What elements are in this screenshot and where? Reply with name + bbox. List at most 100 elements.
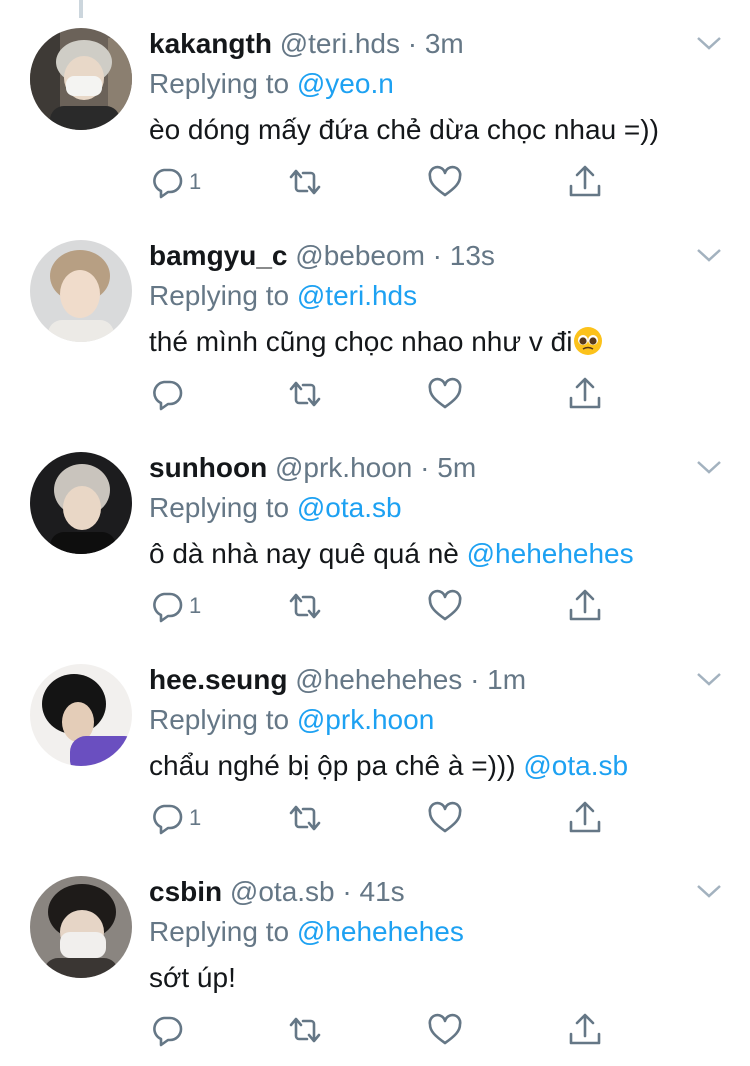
replying-to-mention[interactable]: @ota.sb [297, 492, 402, 523]
separator-dot: · [470, 664, 480, 695]
reply-count: 1 [189, 169, 202, 194]
replying-to-label: Replying to [149, 704, 290, 735]
replying-to-label: Replying to [149, 916, 290, 947]
like-icon [428, 801, 462, 833]
display-name[interactable]: csbin [149, 876, 222, 907]
chevron-down-icon[interactable] [693, 880, 725, 902]
reply-icon [153, 380, 183, 411]
like-icon [428, 377, 462, 409]
reply-button[interactable] [149, 1008, 189, 1052]
like-button[interactable] [427, 1008, 463, 1052]
replying-to: Replying to @teri.hds [149, 276, 417, 316]
tweet-1[interactable]: kakangth @teri.hds · 3m Replying to @yeo… [0, 0, 750, 212]
reply-count: 1 [189, 593, 202, 618]
replying-to: Replying to @ota.sb [149, 488, 402, 528]
display-name[interactable]: bamgyu_c [149, 240, 288, 271]
retweet-button[interactable] [287, 372, 323, 416]
tweet-4[interactable]: hee.seung @hehehehes · 1m Replying to @p… [0, 636, 750, 848]
tweet-header: bamgyu_c @bebeom · 13s [149, 236, 495, 276]
user-handle[interactable]: @hehehehes [295, 664, 462, 695]
avatar[interactable] [30, 452, 132, 554]
share-button[interactable] [567, 796, 603, 840]
retweet-button[interactable] [287, 160, 323, 204]
tweet-body: èo dóng mấy đứa chẻ dừa chọc nhau =)) [149, 114, 659, 145]
reply-icon [153, 1016, 183, 1047]
timestamp[interactable]: 3m [425, 28, 464, 59]
retweet-icon [289, 593, 321, 619]
timestamp[interactable]: 13s [450, 240, 495, 271]
timestamp[interactable]: 5m [437, 452, 476, 483]
like-button[interactable] [427, 796, 463, 840]
tweet-header: csbin @ota.sb · 41s [149, 872, 405, 912]
replying-to: Replying to @hehehehes [149, 912, 464, 952]
chevron-down-icon[interactable] [693, 244, 725, 266]
display-name[interactable]: sunhoon [149, 452, 267, 483]
avatar[interactable] [30, 876, 132, 978]
share-button[interactable] [567, 1008, 603, 1052]
replying-to-label: Replying to [149, 492, 290, 523]
user-handle[interactable]: @prk.hoon [275, 452, 412, 483]
action-bar: 1 [149, 160, 629, 204]
separator-dot: · [407, 28, 418, 59]
pleading-face-emoji [574, 327, 603, 355]
reply-button[interactable]: 1 [149, 584, 201, 628]
separator-dot: · [420, 452, 430, 483]
retweet-button[interactable] [287, 1008, 323, 1052]
share-button[interactable] [567, 584, 603, 628]
tweet-3[interactable]: sunhoon @prk.hoon · 5m Replying to @ota.… [0, 424, 750, 636]
share-button[interactable] [567, 372, 603, 416]
timestamp[interactable]: 41s [360, 876, 405, 907]
like-button[interactable] [427, 372, 463, 416]
separator-dot: · [342, 876, 352, 907]
chevron-down-icon[interactable] [693, 668, 725, 690]
reply-button[interactable] [149, 372, 189, 416]
reply-icon [153, 168, 183, 199]
tweet-body: ô dà nhà nay quê quá nè [149, 538, 467, 569]
tweet-text: sớt úp! [149, 956, 236, 1000]
share-button[interactable] [567, 160, 603, 204]
reply-button[interactable]: 1 [149, 160, 201, 204]
user-handle[interactable]: @bebeom [295, 240, 425, 271]
replying-to-mention[interactable]: @prk.hoon [297, 704, 434, 735]
tweet-mention[interactable]: @hehehehes [467, 538, 634, 569]
timestamp[interactable]: 1m [487, 664, 526, 695]
reply-count: 1 [189, 805, 202, 830]
chevron-down-icon[interactable] [693, 456, 725, 478]
reply-icon [153, 804, 183, 835]
replying-to-mention[interactable]: @yeo.n [297, 68, 394, 99]
display-name[interactable]: hee.seung [149, 664, 287, 695]
replying-to-mention[interactable]: @hehehehes [297, 916, 464, 947]
tweet-text: èo dóng mấy đứa chẻ dừa chọc nhau =)) [149, 108, 659, 152]
like-icon [428, 165, 462, 197]
tweet-header: kakangth @teri.hds · 3m [149, 24, 464, 64]
like-button[interactable] [427, 584, 463, 628]
tweet-body: thé mình cũng chọc nhao như v đi [149, 326, 573, 357]
reply-icon [153, 592, 183, 623]
tweet-text: chẩu nghé bị ộp pa chê à =))) @ota.sb [149, 744, 628, 788]
share-icon [569, 589, 601, 621]
replying-to: Replying to @prk.hoon [149, 700, 434, 740]
display-name[interactable]: kakangth [149, 28, 272, 59]
retweet-icon [289, 1017, 321, 1043]
tweet-2[interactable]: bamgyu_c @bebeom · 13s Replying to @teri… [0, 212, 750, 424]
replying-to-mention[interactable]: @teri.hds [297, 280, 417, 311]
avatar[interactable] [30, 28, 132, 130]
replying-to-label: Replying to [149, 68, 290, 99]
retweet-icon [289, 805, 321, 831]
user-handle[interactable]: @teri.hds [280, 28, 400, 59]
like-button[interactable] [427, 160, 463, 204]
retweet-icon [289, 169, 321, 195]
like-icon [428, 1013, 462, 1045]
action-bar [149, 372, 629, 416]
chevron-down-icon[interactable] [693, 32, 725, 54]
replying-to-label: Replying to [149, 280, 290, 311]
avatar[interactable] [30, 664, 132, 766]
user-handle[interactable]: @ota.sb [230, 876, 335, 907]
reply-button[interactable]: 1 [149, 796, 201, 840]
avatar[interactable] [30, 240, 132, 342]
tweet-5[interactable]: csbin @ota.sb · 41s Replying to @heheheh… [0, 848, 750, 1060]
retweet-button[interactable] [287, 796, 323, 840]
retweet-button[interactable] [287, 584, 323, 628]
tweet-mention[interactable]: @ota.sb [523, 750, 628, 781]
share-icon [569, 801, 601, 833]
